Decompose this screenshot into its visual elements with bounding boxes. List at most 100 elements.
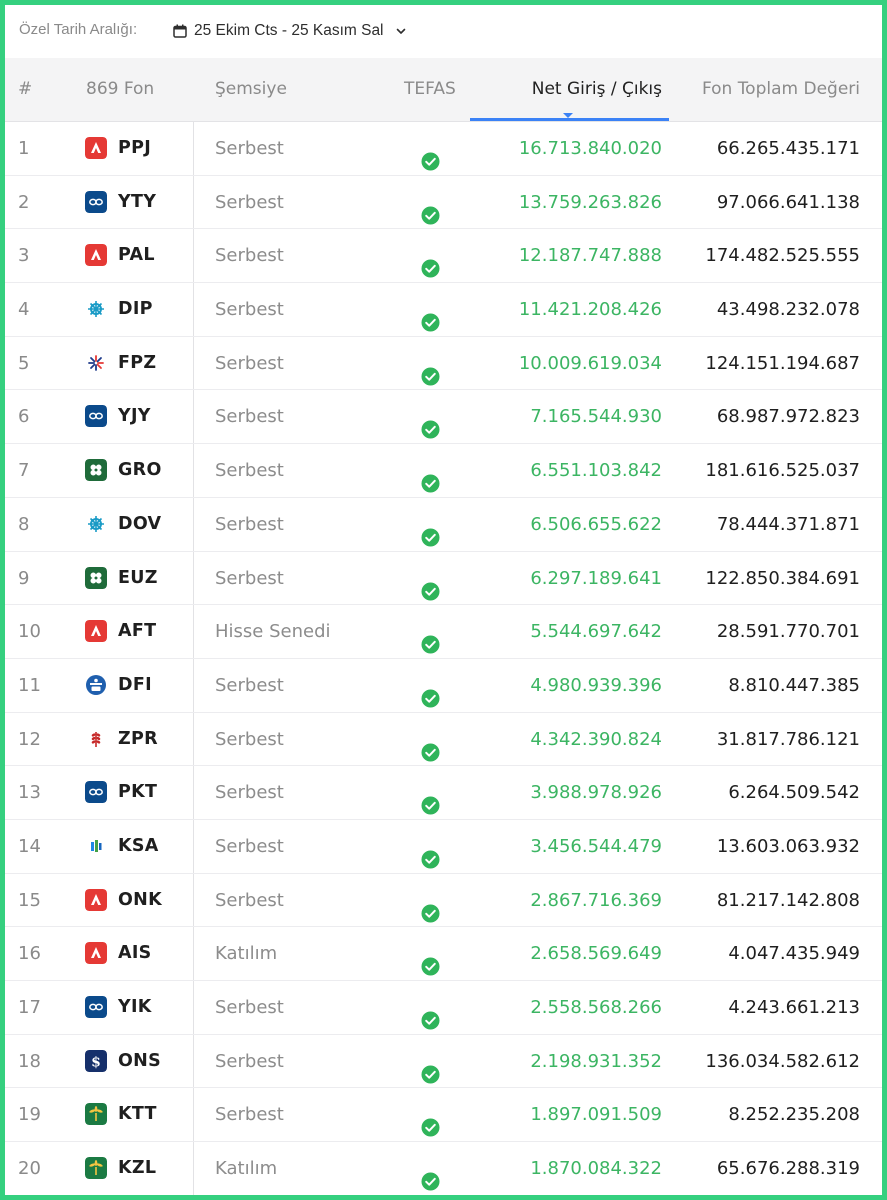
fund-category: Serbest (215, 674, 284, 696)
fund-code-link[interactable]: ZPR (118, 713, 158, 766)
table-row[interactable]: 15 ONK Serbest 2.867.716.369 81.217.142.808 (5, 874, 882, 928)
table-row[interactable]: 5 FPZ Serbest 10.009.619.034 124.151.194.687 (5, 337, 882, 391)
fund-code-link[interactable]: ONK (118, 874, 162, 927)
fund-category: Serbest (215, 1050, 284, 1072)
fund-category: Serbest (215, 835, 284, 857)
green-palm-logo-icon (85, 1157, 107, 1180)
column-header-fund[interactable]: 869 Fon (86, 58, 154, 121)
fund-code-link[interactable]: PKT (118, 766, 157, 819)
row-rank: 8 (18, 513, 30, 535)
fund-code-link[interactable]: EUZ (118, 552, 158, 605)
table-header: # 869 Fon Şemsiye TEFAS Net Giriş / Çıkı… (5, 58, 882, 122)
tefas-check-icon (421, 1105, 440, 1137)
column-header-category[interactable]: Şemsiye (215, 58, 287, 121)
row-rank: 6 (18, 406, 30, 428)
tefas-check-icon (421, 944, 440, 976)
fund-category: Katılım (215, 1158, 278, 1180)
table-row[interactable]: 16 AIS Katılım 2.658.569.649 4.047.435.949 (5, 927, 882, 981)
total-value: 122.850.384.691 (705, 567, 860, 589)
fund-code-link[interactable]: PAL (118, 229, 155, 282)
column-header-tefas[interactable]: TEFAS (404, 58, 456, 121)
net-flow-value: 2.558.568.266 (530, 997, 662, 1018)
fund-code-link[interactable]: KSA (118, 820, 159, 873)
table-row[interactable]: 3 PAL Serbest 12.187.747.888 174.482.525.555 (5, 229, 882, 284)
net-flow-value: 2.867.716.369 (530, 889, 662, 911)
fund-code-link[interactable]: DOV (118, 498, 161, 551)
table-row[interactable]: 4 DIP Serbest 11.421.208.426 43.498.232.078 (5, 283, 882, 337)
fund-code-link[interactable]: FPZ (118, 337, 156, 390)
table-row[interactable]: 1 PPJ Serbest 16.713.840.020 66.265.435.171 (5, 122, 882, 176)
total-value: 8.810.447.385 (728, 674, 860, 696)
fund-code-link[interactable]: YTY (118, 176, 156, 229)
fund-category: Hisse Senedi (215, 621, 331, 643)
blue-wave-logo-icon (85, 190, 107, 213)
fund-category: Serbest (215, 352, 284, 374)
table-row[interactable]: 12 ZPR Serbest 4.342.390.824 31.817.786.121 (5, 713, 882, 767)
red-wheat-logo-icon (85, 727, 107, 750)
total-value: 4.243.661.213 (728, 997, 860, 1018)
fund-code-link[interactable]: KZL (118, 1142, 156, 1195)
fund-code-link[interactable]: DFI (118, 659, 152, 712)
fund-table: # 869 Fon Şemsiye TEFAS Net Giriş / Çıkı… (5, 58, 882, 1195)
tefas-check-icon (421, 193, 440, 225)
sort-caret-icon (563, 113, 573, 118)
total-value: 181.616.525.037 (705, 460, 860, 482)
table-row[interactable]: 10 AFT Hisse Senedi 5.544.697.642 28.591.770… (5, 605, 882, 659)
column-header-rank[interactable]: # (18, 58, 32, 121)
table-row[interactable]: 8 DOV Serbest 6.506.655.622 78.444.371.871 (5, 498, 882, 552)
fund-category: Serbest (215, 889, 284, 911)
row-rank: 12 (18, 728, 41, 750)
tefas-check-icon (421, 569, 440, 600)
row-rank: 14 (18, 835, 41, 857)
date-filter-bar: Özel Tarih Aralığı: 25 Ekim Cts - 25 Kas… (5, 5, 882, 58)
fund-category: Serbest (215, 460, 284, 482)
fund-code-link[interactable]: ONS (118, 1035, 161, 1088)
table-row[interactable]: 18 $ ONS Serbest 2.198.931.352 136.034.582.61… (5, 1035, 882, 1089)
net-flow-value: 5.544.697.642 (530, 621, 662, 643)
fund-code-link[interactable]: PPJ (118, 122, 151, 175)
tefas-check-icon (421, 837, 440, 869)
total-value: 136.034.582.612 (705, 1050, 860, 1072)
net-flow-value: 2.198.931.352 (530, 1050, 662, 1072)
total-value: 8.252.235.208 (728, 1104, 860, 1126)
tefas-check-icon (421, 461, 440, 493)
tefas-check-icon (421, 1052, 440, 1084)
fund-category: Serbest (215, 1104, 284, 1126)
fund-code-link[interactable]: AFT (118, 605, 156, 658)
tefas-check-icon (421, 998, 440, 1030)
table-row[interactable]: 6 YJY Serbest 7.165.544.930 68.987.972.823 (5, 390, 882, 445)
fund-code-link[interactable]: GRO (118, 444, 162, 497)
row-rank: 13 (18, 782, 41, 804)
column-header-net-flow[interactable]: Net Giriş / Çıkış (532, 58, 662, 121)
row-rank: 17 (18, 997, 41, 1018)
table-row[interactable]: 19 KTT Serbest 1.897.091.509 8.252.235.208 (5, 1088, 882, 1143)
table-row[interactable]: 14 KSA Serbest 3.456.544.479 13.603.063.932 (5, 820, 882, 874)
table-row[interactable]: 20 KZL Katılım 1.870.084.322 65.676.288.319 (5, 1142, 882, 1195)
net-flow-value: 6.551.103.842 (530, 460, 662, 482)
date-range-value: 25 Ekim Cts - 25 Kasım Sal (194, 22, 384, 39)
fund-code-link[interactable]: AIS (118, 927, 152, 980)
row-rank: 3 (18, 245, 30, 267)
net-flow-value: 3.456.544.479 (530, 835, 662, 857)
table-row[interactable]: 13 PKT Serbest 3.988.978.926 6.264.509.542 (5, 766, 882, 820)
row-rank: 4 (18, 299, 30, 321)
row-rank: 10 (18, 621, 41, 643)
red-a-logo-icon (85, 244, 107, 267)
table-row[interactable]: 2 YTY Serbest 13.759.263.826 97.066.641.138 (5, 176, 882, 230)
table-row[interactable]: 17 YIK Serbest 2.558.568.266 4.243.661.213 (5, 981, 882, 1035)
net-flow-value: 3.988.978.926 (530, 782, 662, 804)
column-header-total-value[interactable]: Fon Toplam Değeri (702, 58, 860, 121)
fund-code-link[interactable]: KTT (118, 1088, 157, 1141)
total-value: 66.265.435.171 (716, 138, 860, 159)
table-row[interactable]: 11 DFI Serbest 4.980.939.396 8.810.447.385 (5, 659, 882, 713)
table-row[interactable]: 9 EUZ Serbest 6.297.189.641 122.850.384.691 (5, 552, 882, 606)
calendar-icon (173, 24, 187, 38)
page-frame: Özel Tarih Aralığı: 25 Ekim Cts - 25 Kas… (0, 0, 887, 1200)
table-row[interactable]: 7 GRO Serbest 6.551.103.842 181.616.525.037 (5, 444, 882, 498)
fund-code-link[interactable]: YIK (118, 981, 152, 1034)
fund-code-link[interactable]: YJY (118, 390, 151, 443)
date-range-picker[interactable]: 25 Ekim Cts - 25 Kasım Sal (173, 16, 407, 46)
fund-code-link[interactable]: DIP (118, 283, 153, 336)
green-palm-logo-icon (85, 1103, 107, 1126)
blue-wave-logo-icon (85, 781, 107, 804)
